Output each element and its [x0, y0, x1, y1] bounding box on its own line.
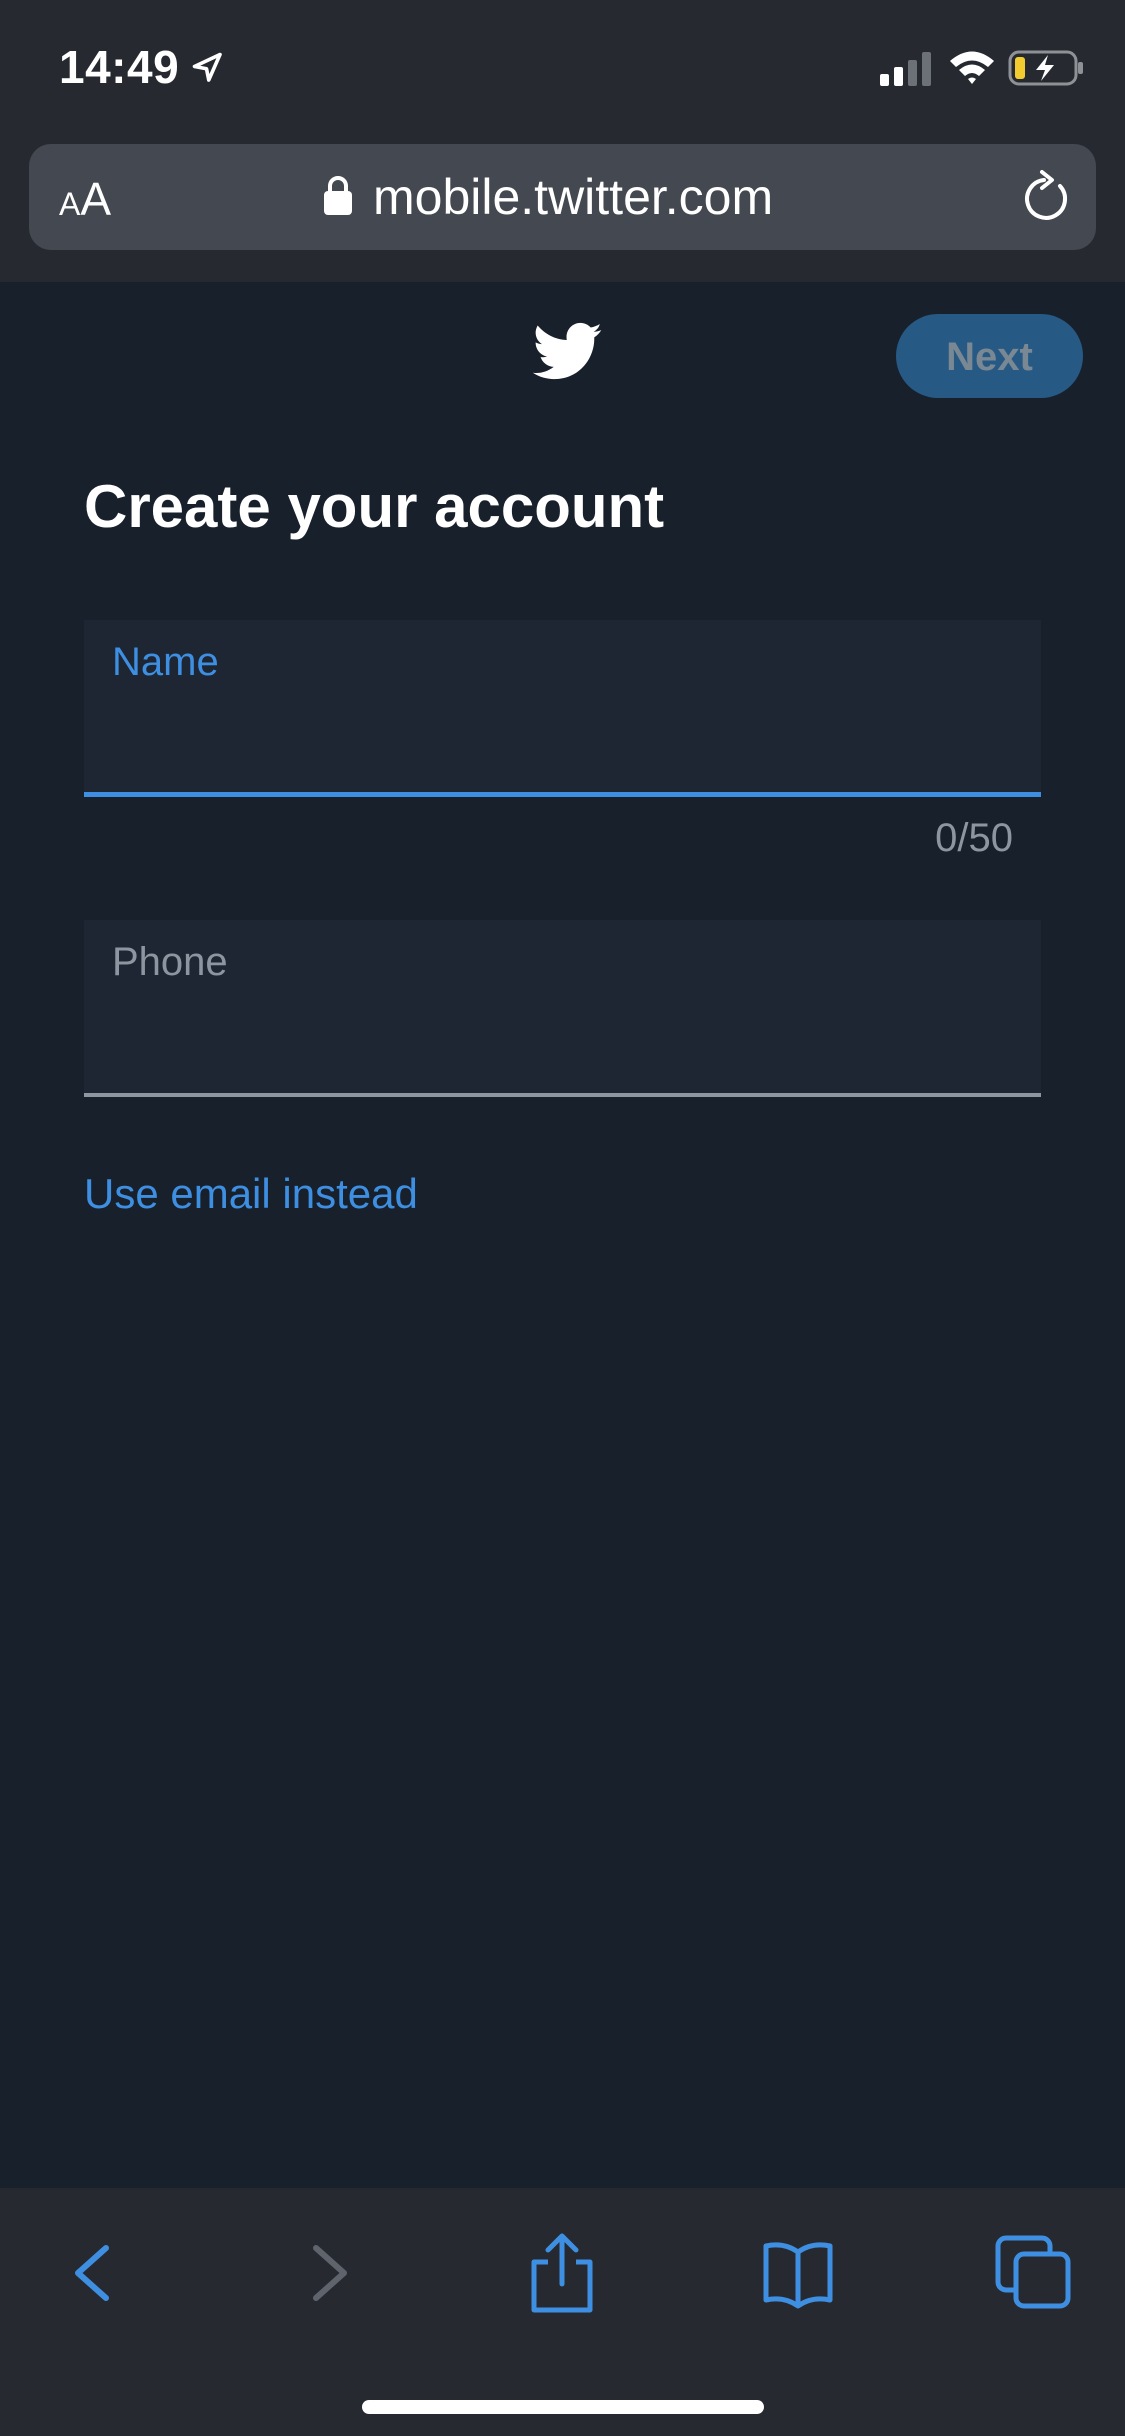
- browser-bottom-toolbar: [0, 2188, 1125, 2436]
- url-bar[interactable]: AA mobile.twitter.com: [29, 144, 1096, 250]
- phone-field[interactable]: Phone: [84, 920, 1041, 1097]
- name-character-count: 0/50: [935, 816, 1013, 860]
- bookmarks-icon[interactable]: [758, 2230, 838, 2316]
- location-arrow-icon: [192, 52, 222, 82]
- url-text[interactable]: mobile.twitter.com: [373, 168, 773, 226]
- next-button[interactable]: Next: [896, 314, 1083, 398]
- phone-input[interactable]: [110, 1015, 1014, 1077]
- name-input[interactable]: [110, 714, 1014, 776]
- lock-icon: [324, 176, 352, 215]
- home-indicator[interactable]: [362, 2400, 764, 2414]
- page-title: Create your account: [84, 473, 665, 540]
- cellular-signal-icon: [880, 52, 931, 86]
- share-icon[interactable]: [522, 2230, 602, 2316]
- browser-top-chrome: 14:49 AA mobile.twitter.com: [0, 0, 1125, 282]
- back-icon[interactable]: [56, 2230, 136, 2316]
- status-time: 14:49: [59, 41, 180, 93]
- phone-field-label: Phone: [112, 940, 228, 984]
- tabs-icon[interactable]: [994, 2230, 1074, 2316]
- page: 14:49 AA mobile.twitter.com Next Create …: [0, 0, 1125, 2436]
- battery-charging-icon: [1008, 50, 1083, 86]
- name-field-label: Name: [112, 640, 219, 684]
- wifi-icon: [950, 51, 994, 84]
- text-size-button[interactable]: AA: [59, 172, 111, 226]
- use-email-instead-link[interactable]: Use email instead: [84, 1170, 418, 1218]
- forward-icon[interactable]: [286, 2230, 366, 2316]
- reload-icon[interactable]: [1020, 170, 1072, 226]
- name-field[interactable]: Name: [84, 620, 1041, 797]
- twitter-bird-icon: [533, 322, 602, 380]
